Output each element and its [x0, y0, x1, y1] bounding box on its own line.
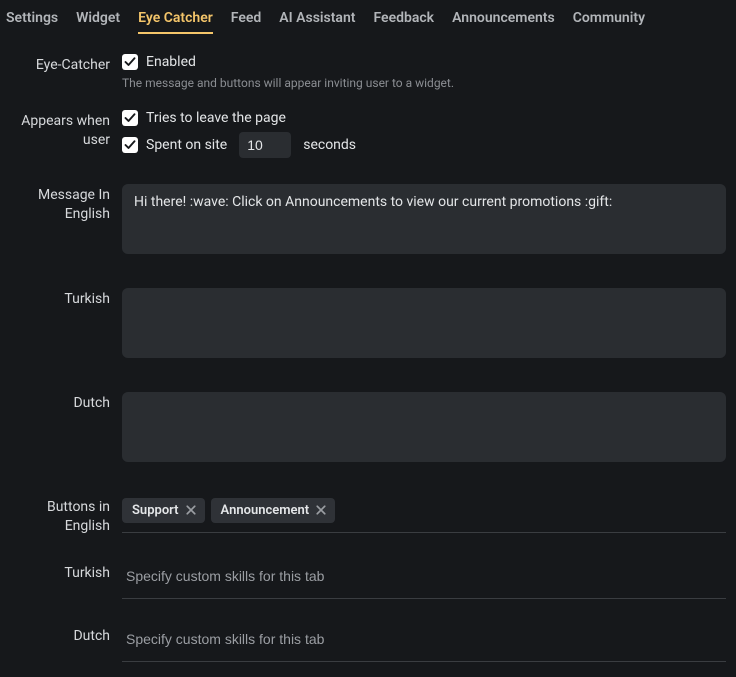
check-icon: [124, 139, 136, 151]
leave-page-label: Tries to leave the page: [146, 110, 286, 126]
remove-tag-icon[interactable]: [315, 504, 327, 516]
checkbox-leave-page[interactable]: [122, 110, 138, 126]
message-english-input[interactable]: [122, 184, 726, 254]
label-buttons-turkish: Turkish: [0, 562, 122, 583]
tab-eye-catcher[interactable]: Eye Catcher: [138, 8, 213, 34]
label-message-dutch: Dutch: [0, 392, 122, 413]
tab-settings[interactable]: Settings: [6, 8, 58, 34]
tab-widget[interactable]: Widget: [76, 8, 120, 34]
buttons-english-field[interactable]: Support Announcement: [122, 496, 726, 533]
tag-label: Announcement: [221, 503, 310, 518]
buttons-dutch-field[interactable]: [122, 625, 726, 662]
message-dutch-input[interactable]: [122, 392, 726, 462]
spent-suffix: seconds: [303, 137, 356, 153]
tab-feedback[interactable]: Feedback: [373, 8, 434, 34]
label-buttons-dutch: Dutch: [0, 625, 122, 646]
checkbox-spent-on-site[interactable]: [122, 137, 138, 153]
tag-label: Support: [132, 503, 179, 518]
label-message-turkish: Turkish: [0, 288, 122, 309]
label-eye-catcher: Eye-Catcher: [0, 54, 122, 75]
buttons-english-input[interactable]: [341, 496, 726, 524]
buttons-turkish-field[interactable]: [122, 562, 726, 599]
buttons-dutch-input[interactable]: [122, 625, 726, 653]
spent-prefix: Spent on site: [146, 137, 227, 153]
buttons-turkish-input[interactable]: [122, 562, 726, 590]
check-icon: [124, 112, 136, 124]
checkbox-enabled[interactable]: [122, 54, 138, 70]
label-appears: Appears when user: [0, 110, 122, 150]
tab-bar: Settings Widget Eye Catcher Feed AI Assistan…: [0, 0, 736, 34]
tab-announcements[interactable]: Announcements: [452, 8, 555, 34]
tag-support: Support: [122, 498, 205, 523]
tab-ai-assistant[interactable]: AI Assistant: [279, 8, 355, 34]
eye-catcher-form: Eye-Catcher Enabled The message and butt…: [0, 34, 736, 662]
label-message-english: Message In English: [0, 184, 122, 224]
label-buttons-english: Buttons in English: [0, 496, 122, 536]
tab-community[interactable]: Community: [573, 8, 645, 34]
remove-tag-icon[interactable]: [185, 504, 197, 516]
message-turkish-input[interactable]: [122, 288, 726, 358]
check-icon: [124, 56, 136, 68]
eye-catcher-helptext: The message and buttons will appear invi…: [122, 76, 726, 90]
enabled-label: Enabled: [146, 54, 196, 70]
tag-announcement: Announcement: [211, 498, 336, 523]
spent-seconds-input[interactable]: [239, 132, 291, 158]
tab-feed[interactable]: Feed: [231, 8, 262, 34]
